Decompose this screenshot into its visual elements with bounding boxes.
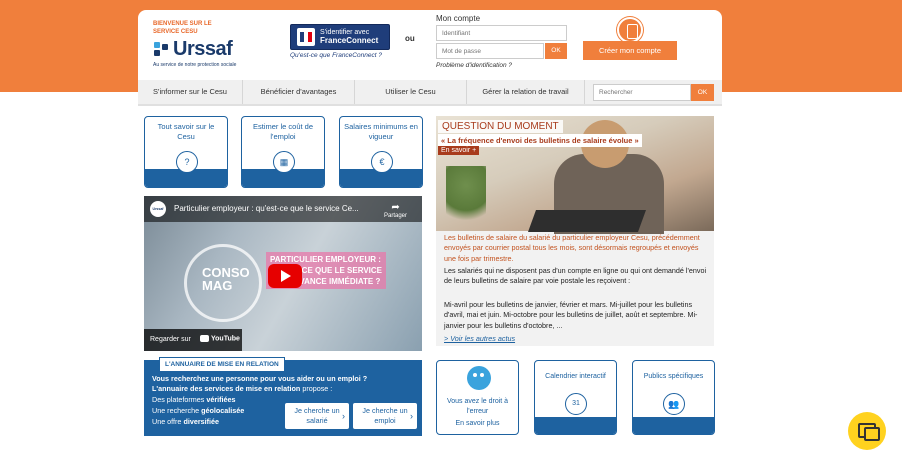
tile-footer [535,417,616,434]
chevron-right-icon: › [342,411,345,421]
tile-droit-erreur[interactable]: Vous avez le droit à l'erreur En savoir … [436,360,519,435]
share-label: Partager [384,213,408,219]
tile-label: Estimer le coût de l'emploi [252,122,314,141]
euro-icon: € [371,151,393,173]
watch-on-label: Regarder sur [150,336,191,343]
chevron-right-icon: › [410,411,413,421]
people-icon: 👥 [663,393,685,415]
news-more-link[interactable]: En savoir + [438,146,480,155]
password-input[interactable] [436,43,544,59]
annuaire-line1: L'annuaire des services de mise en relat… [152,384,333,393]
login-ok-button[interactable]: OK [545,43,567,59]
header: BIENVENUE SUR LE SERVICE CESU Urssaf Au … [138,10,722,84]
find-employee-button[interactable]: Je cherche un salarié › [285,403,349,429]
phone-icon [617,17,643,43]
tile-estimer-cout[interactable]: Estimer le coût de l'emploi ▦ [241,116,325,188]
nav-item-utiliser[interactable]: Utiliser le Cesu [355,80,467,104]
tile-tout-savoir[interactable]: Tout savoir sur le Cesu ? [144,116,228,188]
consomag-logo: CONSO MAG [202,265,250,293]
tile-label: Vous avez le droit à l'erreur [446,398,509,415]
bird-icon [467,366,491,390]
play-icon[interactable] [268,264,302,288]
video-player[interactable]: Urssaf Particulier employeur : qu'est-ce… [144,196,422,351]
franceconnect-icon [297,28,315,46]
nav-item-informer[interactable]: S'informer sur le Cesu [138,80,243,104]
login-problem-link[interactable]: Problème d'identification ? [436,62,512,69]
nav-item-gerer[interactable]: Gérer la relation de travail [467,80,585,104]
news-tag: QUESTION DU MOMENT [438,120,563,133]
annuaire-question: Vous recherchez une personne pour vous a… [152,374,368,383]
find-job-button[interactable]: Je cherche un emploi › [353,403,417,429]
tile-publics-specifiques[interactable]: Publics spécifiques 👥 [632,360,715,435]
tile-label: Tout savoir sur le Cesu [157,122,215,141]
logo-text: Urssaf [173,38,233,60]
main-nav: S'informer sur le Cesu Bénéficier d'avan… [138,80,722,106]
all-news-link[interactable]: > Voir les autres actus [444,334,515,343]
question-icon: ? [176,151,198,173]
franceconnect-info-link[interactable]: Qu'est-ce que FranceConnect ? [290,52,382,59]
annuaire-tag: L'ANNUAIRE DE MISE EN RELATION [159,357,285,372]
watch-on-youtube[interactable]: Regarder sur YouTube [144,329,242,351]
share-icon: ➦ [391,202,400,213]
fc-line2: FranceConnect [320,35,379,45]
tile-footer [633,417,714,434]
channel-avatar[interactable]: Urssaf [150,201,166,217]
tile-label: Salaires minimums en vigueur [344,122,418,141]
logo-tagline: Au service de notre protection sociale [153,62,237,68]
or-separator: ou [405,34,415,43]
youtube-logo: YouTube [200,335,240,342]
news-panel: QUESTION DU MOMENT « La fréquence d'envo… [436,116,714,346]
username-input[interactable] [436,25,567,41]
video-title[interactable]: Particulier employeur : qu'est-ce que le… [174,204,359,213]
tile-salaires-minimums[interactable]: Salaires minimums en vigueur € [339,116,423,188]
annuaire-line2: Des plateformes vérifiées [152,395,236,404]
create-account-button[interactable]: Créer mon compte [583,41,677,60]
tile-sub-link[interactable]: En savoir plus [439,419,516,429]
search-ok-button[interactable]: OK [691,84,714,101]
chat-icon[interactable] [848,412,886,450]
nav-item-avantages[interactable]: Bénéficier d'avantages [243,80,355,104]
tile-label: Publics spécifiques [643,373,704,380]
tile-label: Calendrier interactif [545,373,606,380]
tile-calendrier[interactable]: Calendrier interactif 31 [534,360,617,435]
calendar-icon: 31 [565,393,587,415]
news-paragraph-1: Les bulletins de salaire du salarié du p… [444,233,700,263]
search-input[interactable] [593,84,691,101]
calculator-icon: ▦ [273,151,295,173]
welcome-text: BIENVENUE SUR LE SERVICE CESU [153,21,212,35]
news-paragraph-2: Les salariés qui ne disposent pas d'un c… [444,266,707,286]
annuaire-panel: L'ANNUAIRE DE MISE EN RELATION Vous rech… [144,357,422,436]
account-title: Mon compte [436,14,481,23]
video-topbar: Urssaf Particulier employeur : qu'est-ce… [144,196,422,222]
share-button[interactable]: ➦ Partager [384,202,407,219]
annuaire-line3: Une recherche géolocalisée [152,406,245,415]
news-paragraph-3: Mi-avril pour les bulletins de janvier, … [444,300,698,330]
franceconnect-button[interactable]: S'identifier avec FranceConnect [290,24,390,50]
urssaf-logo-mark [154,42,168,56]
annuaire-line4: Une offre diversifiée [152,417,219,426]
